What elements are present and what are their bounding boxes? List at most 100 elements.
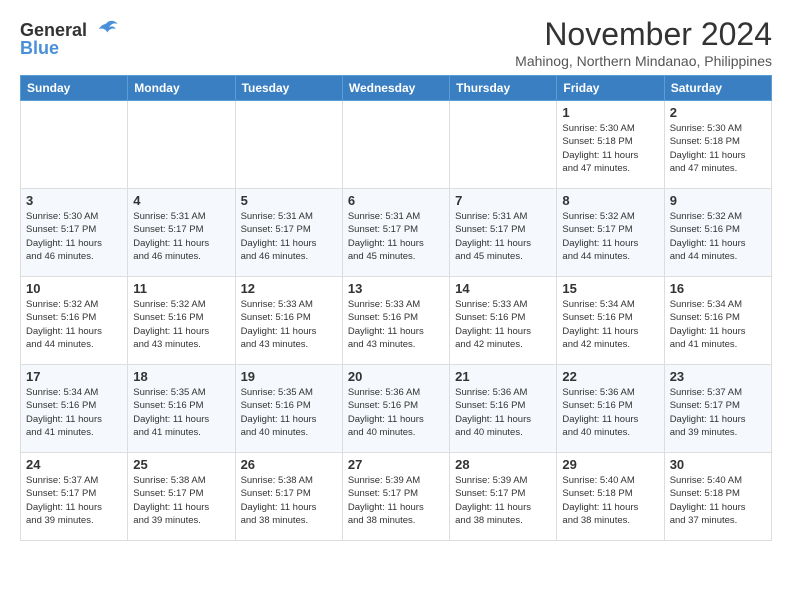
- calendar-body: 1Sunrise: 5:30 AM Sunset: 5:18 PM Daylig…: [21, 101, 772, 541]
- day-info: Sunrise: 5:33 AM Sunset: 5:16 PM Dayligh…: [348, 298, 444, 351]
- day-number: 27: [348, 457, 444, 472]
- calendar-cell-24: 24 Sunrise: 5:37 AM Sunset: 5:17 PM Dayli…: [21, 453, 128, 541]
- day-info: Sunrise: 5:38 AM Sunset: 5:17 PM Dayligh…: [133, 474, 229, 527]
- day-number: 18: [133, 369, 229, 384]
- weekday-header-wednesday: Wednesday: [342, 76, 449, 101]
- logo-bird-icon: [87, 16, 121, 44]
- day-number: 11: [133, 281, 229, 296]
- day-info: Sunrise: 5:39 AM Sunset: 5:17 PM Dayligh…: [455, 474, 551, 527]
- calendar-cell-19: 19 Sunrise: 5:35 AM Sunset: 5:16 PM Dayli…: [235, 365, 342, 453]
- calendar-table: SundayMondayTuesdayWednesdayThursdayFrid…: [20, 75, 772, 541]
- day-info: Sunrise: 5:34 AM Sunset: 5:16 PM Dayligh…: [670, 298, 766, 351]
- calendar-cell-21: 21 Sunrise: 5:36 AM Sunset: 5:16 PM Dayli…: [450, 365, 557, 453]
- day-info: Sunrise: 5:30 AM Sunset: 5:18 PM Dayligh…: [562, 122, 658, 175]
- location: Mahinog, Northern Mindanao, Philippines: [515, 53, 772, 69]
- calendar-cell-30: 30 Sunrise: 5:40 AM Sunset: 5:18 PM Dayli…: [664, 453, 771, 541]
- day-number: 23: [670, 369, 766, 384]
- calendar-week-1: 1Sunrise: 5:30 AM Sunset: 5:18 PM Daylig…: [21, 101, 772, 189]
- calendar-cell-26: 26 Sunrise: 5:38 AM Sunset: 5:17 PM Dayli…: [235, 453, 342, 541]
- calendar-cell-3: 3 Sunrise: 5:30 AM Sunset: 5:17 PM Daylig…: [21, 189, 128, 277]
- calendar-cell-13: 13 Sunrise: 5:33 AM Sunset: 5:16 PM Dayli…: [342, 277, 449, 365]
- calendar-cell-25: 25 Sunrise: 5:38 AM Sunset: 5:17 PM Dayli…: [128, 453, 235, 541]
- weekday-header-monday: Monday: [128, 76, 235, 101]
- calendar-cell-7: 7Sunrise: 5:31 AM Sunset: 5:17 PM Daylig…: [450, 189, 557, 277]
- calendar-cell-23: 23 Sunrise: 5:37 AM Sunset: 5:17 PM Dayli…: [664, 365, 771, 453]
- weekday-header-saturday: Saturday: [664, 76, 771, 101]
- day-number: 13: [348, 281, 444, 296]
- day-info: Sunrise: 5:31 AM Sunset: 5:17 PM Dayligh…: [348, 210, 444, 263]
- calendar-header: SundayMondayTuesdayWednesdayThursdayFrid…: [21, 76, 772, 101]
- calendar-cell-10: 10Sunrise: 5:32 AM Sunset: 5:16 PM Dayli…: [21, 277, 128, 365]
- day-number: 29: [562, 457, 658, 472]
- day-number: 8: [562, 193, 658, 208]
- calendar-cell-empty: [21, 101, 128, 189]
- calendar-cell-6: 6 Sunrise: 5:31 AM Sunset: 5:17 PM Daylig…: [342, 189, 449, 277]
- page-header: General Blue November 2024 Mahinog, Nort…: [20, 16, 772, 69]
- day-info: Sunrise: 5:30 AM Sunset: 5:18 PM Dayligh…: [670, 122, 766, 175]
- day-info: Sunrise: 5:32 AM Sunset: 5:16 PM Dayligh…: [26, 298, 122, 351]
- day-info: Sunrise: 5:38 AM Sunset: 5:17 PM Dayligh…: [241, 474, 337, 527]
- calendar-cell-28: 28Sunrise: 5:39 AM Sunset: 5:17 PM Dayli…: [450, 453, 557, 541]
- day-number: 19: [241, 369, 337, 384]
- day-info: Sunrise: 5:36 AM Sunset: 5:16 PM Dayligh…: [455, 386, 551, 439]
- title-block: November 2024 Mahinog, Northern Mindanao…: [515, 16, 772, 69]
- day-number: 3: [26, 193, 122, 208]
- day-info: Sunrise: 5:32 AM Sunset: 5:16 PM Dayligh…: [133, 298, 229, 351]
- day-info: Sunrise: 5:34 AM Sunset: 5:16 PM Dayligh…: [562, 298, 658, 351]
- day-number: 16: [670, 281, 766, 296]
- calendar-week-3: 10Sunrise: 5:32 AM Sunset: 5:16 PM Dayli…: [21, 277, 772, 365]
- day-number: 22: [562, 369, 658, 384]
- day-number: 6: [348, 193, 444, 208]
- calendar-cell-2: 2 Sunrise: 5:30 AM Sunset: 5:18 PM Daylig…: [664, 101, 771, 189]
- day-info: Sunrise: 5:35 AM Sunset: 5:16 PM Dayligh…: [241, 386, 337, 439]
- calendar-cell-17: 17 Sunrise: 5:34 AM Sunset: 5:16 PM Dayli…: [21, 365, 128, 453]
- day-info: Sunrise: 5:32 AM Sunset: 5:16 PM Dayligh…: [670, 210, 766, 263]
- day-number: 9: [670, 193, 766, 208]
- day-number: 26: [241, 457, 337, 472]
- calendar-week-5: 24 Sunrise: 5:37 AM Sunset: 5:17 PM Dayli…: [21, 453, 772, 541]
- day-info: Sunrise: 5:40 AM Sunset: 5:18 PM Dayligh…: [562, 474, 658, 527]
- day-number: 30: [670, 457, 766, 472]
- calendar-cell-empty: [342, 101, 449, 189]
- day-number: 25: [133, 457, 229, 472]
- day-info: Sunrise: 5:33 AM Sunset: 5:16 PM Dayligh…: [241, 298, 337, 351]
- day-number: 21: [455, 369, 551, 384]
- calendar-cell-22: 22 Sunrise: 5:36 AM Sunset: 5:16 PM Dayli…: [557, 365, 664, 453]
- calendar-cell-empty: [235, 101, 342, 189]
- day-number: 24: [26, 457, 122, 472]
- calendar-cell-20: 20 Sunrise: 5:36 AM Sunset: 5:16 PM Dayli…: [342, 365, 449, 453]
- day-number: 5: [241, 193, 337, 208]
- day-info: Sunrise: 5:31 AM Sunset: 5:17 PM Dayligh…: [455, 210, 551, 263]
- day-info: Sunrise: 5:36 AM Sunset: 5:16 PM Dayligh…: [348, 386, 444, 439]
- day-info: Sunrise: 5:37 AM Sunset: 5:17 PM Dayligh…: [670, 386, 766, 439]
- day-info: Sunrise: 5:37 AM Sunset: 5:17 PM Dayligh…: [26, 474, 122, 527]
- calendar-cell-14: 14Sunrise: 5:33 AM Sunset: 5:16 PM Dayli…: [450, 277, 557, 365]
- calendar-cell-empty: [450, 101, 557, 189]
- day-info: Sunrise: 5:30 AM Sunset: 5:17 PM Dayligh…: [26, 210, 122, 263]
- weekday-header-tuesday: Tuesday: [235, 76, 342, 101]
- day-info: Sunrise: 5:36 AM Sunset: 5:16 PM Dayligh…: [562, 386, 658, 439]
- day-info: Sunrise: 5:34 AM Sunset: 5:16 PM Dayligh…: [26, 386, 122, 439]
- logo-text-blue: Blue: [20, 38, 59, 59]
- calendar-cell-8: 8 Sunrise: 5:32 AM Sunset: 5:17 PM Daylig…: [557, 189, 664, 277]
- day-number: 2: [670, 105, 766, 120]
- day-info: Sunrise: 5:33 AM Sunset: 5:16 PM Dayligh…: [455, 298, 551, 351]
- calendar-cell-16: 16 Sunrise: 5:34 AM Sunset: 5:16 PM Dayli…: [664, 277, 771, 365]
- day-info: Sunrise: 5:32 AM Sunset: 5:17 PM Dayligh…: [562, 210, 658, 263]
- calendar-cell-15: 15 Sunrise: 5:34 AM Sunset: 5:16 PM Dayli…: [557, 277, 664, 365]
- calendar-cell-9: 9 Sunrise: 5:32 AM Sunset: 5:16 PM Daylig…: [664, 189, 771, 277]
- day-number: 4: [133, 193, 229, 208]
- weekday-header-thursday: Thursday: [450, 76, 557, 101]
- day-number: 17: [26, 369, 122, 384]
- calendar-cell-18: 18 Sunrise: 5:35 AM Sunset: 5:16 PM Dayli…: [128, 365, 235, 453]
- calendar-cell-27: 27 Sunrise: 5:39 AM Sunset: 5:17 PM Dayli…: [342, 453, 449, 541]
- day-info: Sunrise: 5:40 AM Sunset: 5:18 PM Dayligh…: [670, 474, 766, 527]
- day-info: Sunrise: 5:35 AM Sunset: 5:16 PM Dayligh…: [133, 386, 229, 439]
- calendar-cell-1: 1Sunrise: 5:30 AM Sunset: 5:18 PM Daylig…: [557, 101, 664, 189]
- calendar-cell-29: 29 Sunrise: 5:40 AM Sunset: 5:18 PM Dayli…: [557, 453, 664, 541]
- calendar-week-4: 17 Sunrise: 5:34 AM Sunset: 5:16 PM Dayli…: [21, 365, 772, 453]
- day-number: 20: [348, 369, 444, 384]
- day-number: 15: [562, 281, 658, 296]
- day-info: Sunrise: 5:39 AM Sunset: 5:17 PM Dayligh…: [348, 474, 444, 527]
- calendar-cell-empty: [128, 101, 235, 189]
